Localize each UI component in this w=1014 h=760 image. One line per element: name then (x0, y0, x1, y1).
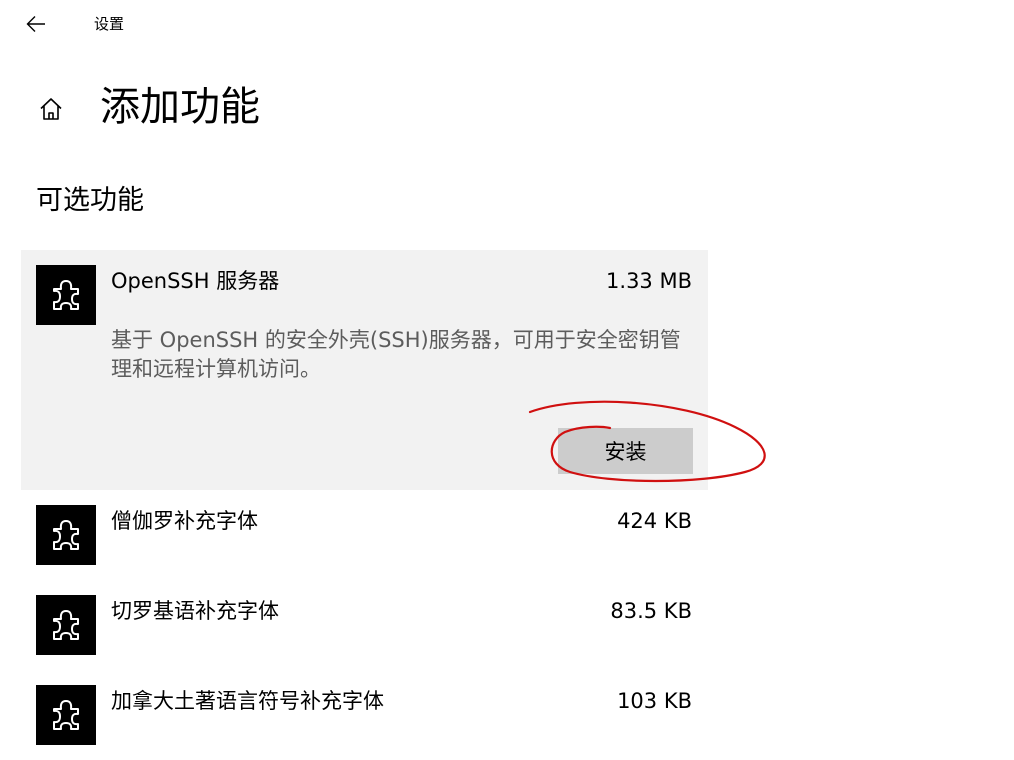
puzzle-piece-icon (36, 265, 96, 325)
feature-name: 切罗基语补充字体 (111, 599, 279, 623)
section-title: 可选功能 (36, 185, 144, 216)
back-arrow-icon (26, 16, 45, 32)
feature-name: OpenSSH 服务器 (111, 269, 280, 293)
back-button[interactable] (22, 10, 50, 38)
home-icon (40, 98, 62, 120)
puzzle-piece-icon (36, 505, 96, 565)
feature-item-sinhala-font[interactable]: 僧伽罗补充字体 424 KB (21, 490, 708, 580)
page-title: 添加功能 (100, 84, 260, 130)
app-title: 设置 (94, 15, 125, 33)
feature-item-canadian-aboriginal-font[interactable]: 加拿大土著语言符号补充字体 103 KB (21, 670, 708, 760)
feature-size: 424 KB (617, 509, 692, 533)
puzzle-piece-icon (36, 685, 96, 745)
feature-item-openssh-server[interactable]: OpenSSH 服务器 1.33 MB 基于 OpenSSH 的安全外壳(SSH… (21, 250, 708, 490)
feature-size: 1.33 MB (606, 269, 692, 293)
home-button[interactable] (36, 94, 66, 124)
puzzle-piece-icon (36, 595, 96, 655)
install-button[interactable]: 安装 (558, 428, 693, 474)
feature-description: 基于 OpenSSH 的安全外壳(SSH)服务器，可用于安全密钥管理和远程计算机… (111, 328, 681, 381)
feature-name: 僧伽罗补充字体 (111, 509, 258, 533)
feature-item-cherokee-font[interactable]: 切罗基语补充字体 83.5 KB (21, 580, 708, 670)
feature-list: OpenSSH 服务器 1.33 MB 基于 OpenSSH 的安全外壳(SSH… (21, 250, 708, 760)
feature-size: 83.5 KB (610, 599, 692, 623)
